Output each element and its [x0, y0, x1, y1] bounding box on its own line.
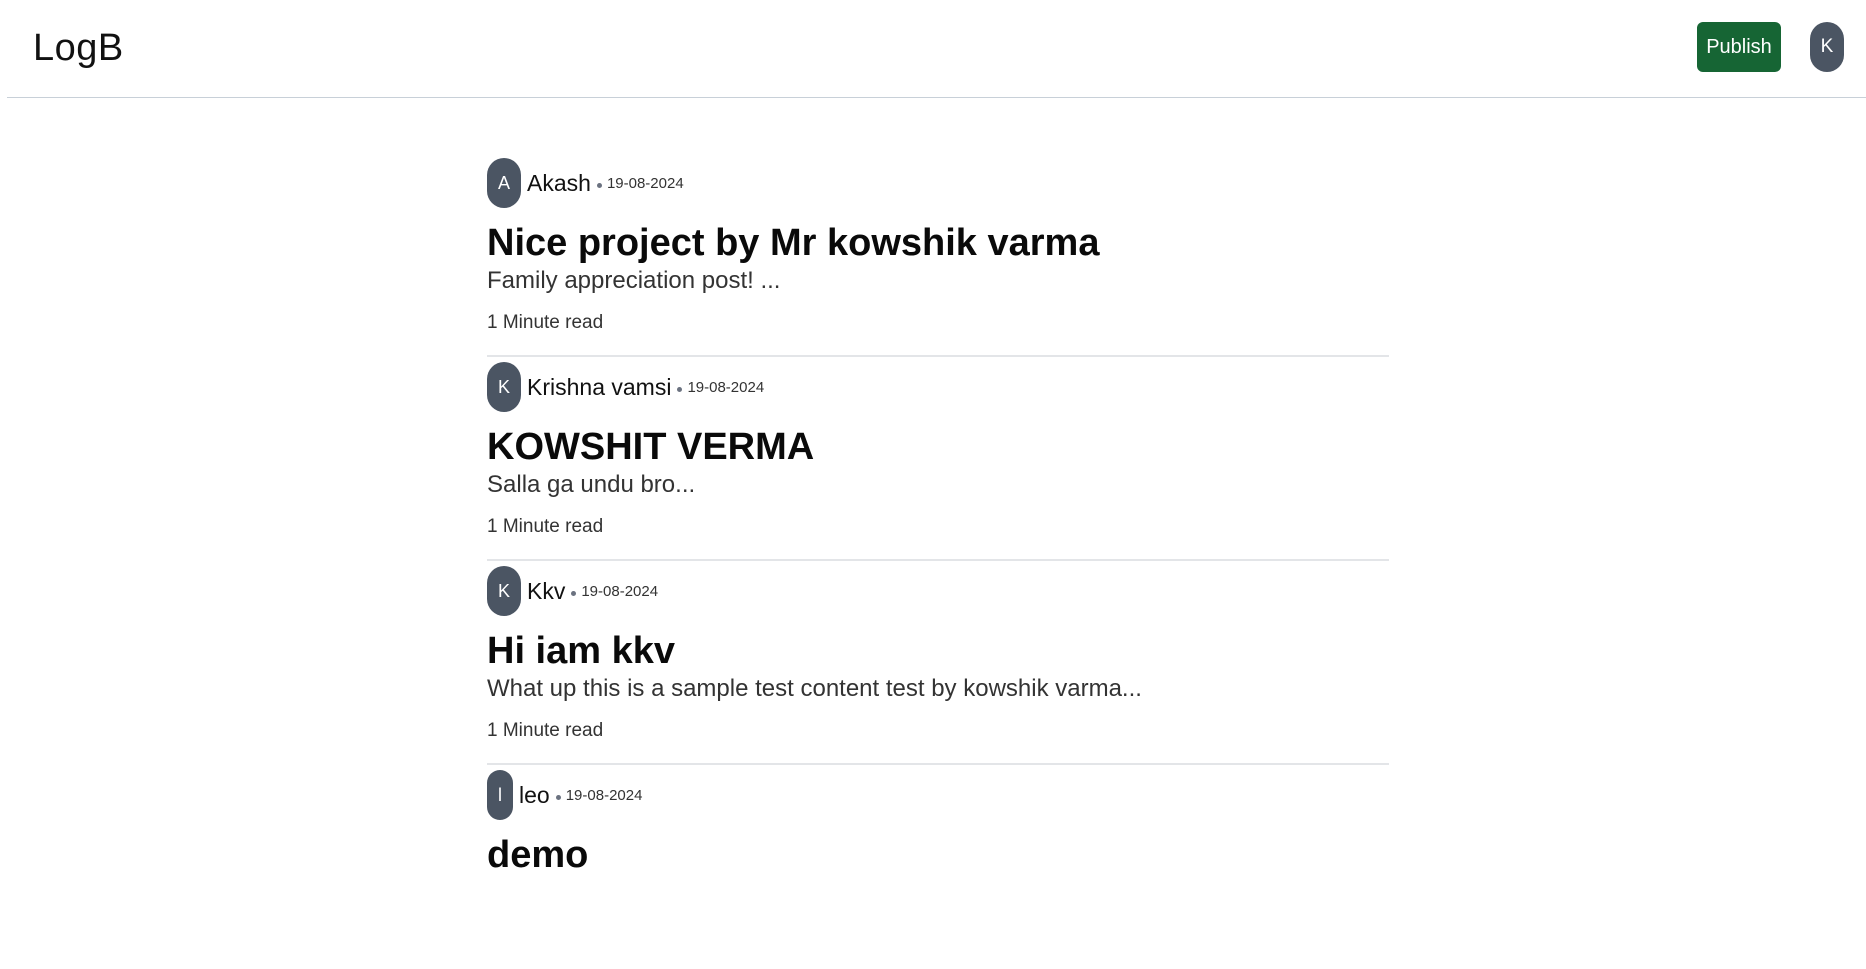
post-excerpt: Family appreciation post! ... [487, 267, 781, 294]
author-name: Kkv [527, 577, 566, 604]
post-title[interactable]: Hi iam kkv [487, 628, 675, 674]
separator-dot-icon [555, 794, 561, 800]
separator-dot-icon [677, 386, 683, 392]
author-name: Akash [527, 169, 591, 196]
post-date: 19-08-2024 [606, 174, 684, 192]
user-avatar[interactable]: K [1810, 22, 1844, 72]
post-title[interactable]: demo [487, 832, 588, 878]
blog-feed: A Akash 19-08-2024 Nice project by Mr ko… [487, 155, 1389, 969]
post-title[interactable]: KOWSHIT VERMA [487, 424, 814, 470]
separator-dot-icon [596, 182, 602, 188]
blog-card[interactable]: K Krishna vamsi 19-08-2024 KOWSHIT VERMA… [487, 359, 1389, 561]
logo[interactable]: LogB [33, 26, 124, 70]
author-name: Krishna vamsi [527, 373, 672, 400]
post-meta: A Akash 19-08-2024 [487, 158, 684, 208]
app-bar: LogB Publish K [7, 0, 1866, 98]
post-excerpt: What up this is a sample test content te… [487, 675, 1142, 702]
post-meta: K Krishna vamsi 19-08-2024 [487, 362, 764, 412]
post-meta: l leo 19-08-2024 [487, 770, 642, 820]
publish-button[interactable]: Publish [1697, 22, 1781, 72]
author-avatar: K [487, 566, 521, 616]
author-avatar: K [487, 362, 521, 412]
read-time: 1 Minute read [487, 720, 604, 741]
post-date: 19-08-2024 [687, 378, 765, 396]
blog-card[interactable]: K Kkv 19-08-2024 Hi iam kkv What up this… [487, 563, 1389, 765]
separator-dot-icon [571, 590, 577, 596]
author-avatar: l [487, 770, 513, 820]
author-avatar: A [487, 158, 521, 208]
post-title[interactable]: Nice project by Mr kowshik varma [487, 220, 1099, 266]
author-name: leo [519, 781, 550, 808]
post-date: 19-08-2024 [565, 786, 643, 804]
blog-card[interactable]: A Akash 19-08-2024 Nice project by Mr ko… [487, 155, 1389, 357]
read-time: 1 Minute read [487, 516, 604, 537]
post-meta: K Kkv 19-08-2024 [487, 566, 658, 616]
post-date: 19-08-2024 [581, 582, 659, 600]
post-excerpt: Salla ga undu bro... [487, 471, 696, 498]
read-time: 1 Minute read [487, 312, 604, 333]
blog-card[interactable]: l leo 19-08-2024 demo [487, 767, 1389, 969]
